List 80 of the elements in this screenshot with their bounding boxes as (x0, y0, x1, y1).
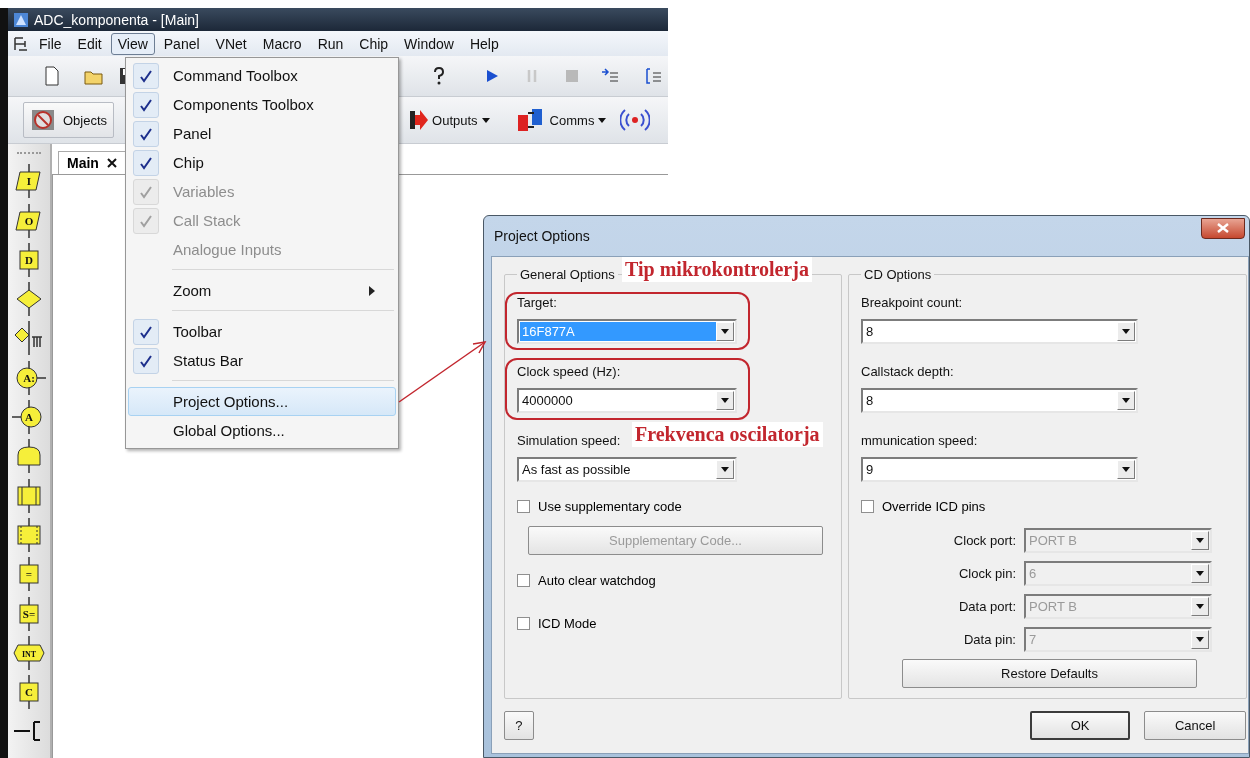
field-label: Simulation speed: (517, 432, 621, 450)
dialog-title: Project Options (494, 228, 590, 244)
menu-item[interactable]: Panel (128, 119, 396, 148)
field-label: Clock speed (Hz): (517, 363, 621, 381)
menu-item[interactable]: Panel (156, 32, 207, 55)
dropdown[interactable]: 8 (861, 319, 1138, 344)
field-label: Clock pin: (957, 566, 1017, 581)
group-title: CD Options (863, 267, 933, 282)
menu-item[interactable]: Components Toolbox (128, 90, 396, 119)
dropdown[interactable]: As fast as possible (517, 457, 737, 482)
checkbox-label: ICD Mode (538, 615, 597, 631)
menu-item[interactable]: Help (462, 32, 506, 55)
wireless-icon[interactable] (620, 106, 651, 134)
menu-item[interactable]: Command Toolbox (128, 61, 396, 90)
menu-item[interactable]: Chip (352, 32, 396, 55)
menu-item[interactable]: File (32, 32, 69, 55)
caret-icon (1196, 538, 1204, 543)
annotation-label: Tip mikrokontrolerja (622, 257, 812, 282)
menu-item[interactable]: Chip (128, 148, 396, 177)
field-label: Breakpoint count: (861, 294, 963, 312)
field-label: Target: (517, 294, 557, 312)
menu-item[interactable]: Toolbar (128, 317, 396, 346)
annotation-label: Frekvenca oscilatorja (632, 422, 823, 447)
checkbox[interactable] (517, 499, 530, 513)
menu-item[interactable]: Global Options... (128, 416, 396, 445)
menu-item[interactable]: Macro (255, 32, 309, 55)
checkbox[interactable] (517, 616, 530, 630)
ok-button[interactable]: OK (1029, 711, 1131, 740)
caret-icon (721, 329, 729, 334)
arrow-icon (410, 109, 429, 131)
menu-item[interactable]: View (110, 32, 155, 55)
close-icon[interactable] (106, 158, 117, 168)
field-label: Callstack depth: (861, 363, 954, 381)
caret-icon (1196, 571, 1204, 576)
tab-label: Main (67, 155, 99, 171)
grip-handle[interactable] (17, 152, 41, 155)
dropdown[interactable]: 4000000 (517, 388, 737, 413)
checkbox-label: Override ICD pins (882, 498, 986, 514)
caret-icon (481, 117, 490, 123)
caret-icon (721, 398, 729, 403)
close-icon (1217, 223, 1229, 233)
menu-item[interactable]: VNet (208, 32, 254, 55)
caret-icon (1122, 329, 1130, 334)
menu-item[interactable]: Window (397, 32, 461, 55)
group-title: General Options (519, 267, 616, 282)
menu-item[interactable]: Project Options... (128, 387, 396, 416)
toolbar-button[interactable]: Comms (511, 105, 611, 135)
menu-item[interactable]: Run (310, 32, 351, 55)
caret-icon (1196, 637, 1204, 642)
tab[interactable]: Main (58, 151, 126, 174)
caret-icon (1122, 467, 1130, 472)
submenu-arrow-icon (369, 285, 375, 296)
field-label: Data port: (957, 599, 1017, 614)
push-button[interactable]: Restore Defaults (902, 659, 1197, 688)
menu-item[interactable]: Zoom (128, 276, 396, 305)
field-label: mmunication speed: (861, 432, 978, 450)
checkbox[interactable] (861, 499, 874, 513)
field-label: Data pin: (962, 632, 1017, 647)
checkbox-label: Auto clear watchdog (538, 572, 656, 588)
help-button[interactable]: ? (504, 711, 534, 740)
app-icon (14, 12, 28, 27)
checkbox[interactable] (517, 573, 530, 587)
flowchart-icon[interactable] (12, 34, 30, 53)
caret-icon (598, 117, 607, 123)
cancel-button[interactable]: Cancel (1144, 711, 1246, 740)
caret-icon (721, 467, 729, 472)
caret-icon (1196, 604, 1204, 609)
menu-item[interactable]: Status Bar (128, 346, 396, 375)
toolbar-button[interactable]: Objects (23, 102, 115, 138)
field-label: Clock port: (952, 533, 1017, 548)
checkbox-label: Use supplementary code (538, 498, 682, 514)
new-file-icon[interactable] (42, 66, 62, 86)
dropdown[interactable]: 9 (861, 457, 1138, 482)
dropdown[interactable]: 8 (861, 388, 1138, 413)
window-title: ADC_komponenta - [Main] (34, 11, 199, 28)
step-out-icon[interactable] (644, 66, 664, 86)
menu-item[interactable]: Edit (70, 32, 109, 55)
close-button[interactable] (1201, 217, 1245, 239)
toolbar-button[interactable]: Outputs (406, 107, 494, 133)
caret-icon (1122, 398, 1130, 403)
